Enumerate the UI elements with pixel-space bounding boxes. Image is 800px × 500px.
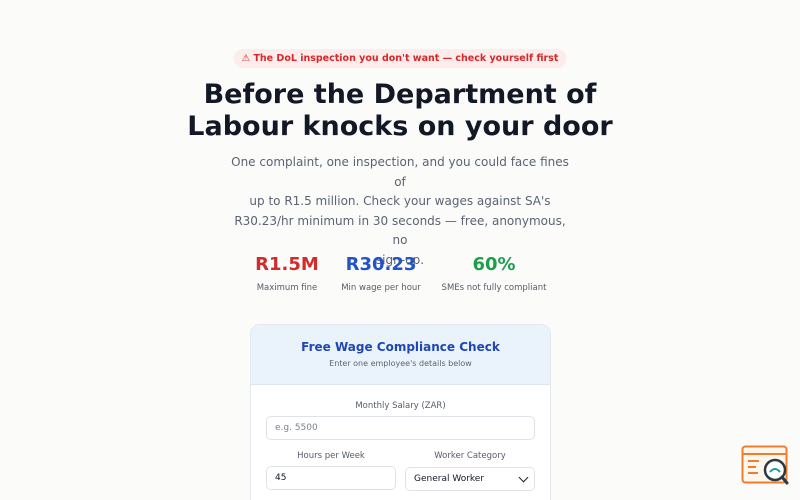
hours-label: Hours per Week <box>297 451 365 461</box>
form-subtitle: Enter one employee's details below <box>329 359 472 368</box>
stat-label: SMEs not fully compliant <box>441 283 547 293</box>
category-label: Worker Category <box>434 451 506 461</box>
page-title: Before the Department of Labour knocks o… <box>0 79 800 143</box>
inspection-warning-badge: ⚠ The DoL inspection you don't want — ch… <box>233 49 567 68</box>
search-window-widget-button[interactable] <box>741 445 789 489</box>
hours-per-week-input[interactable] <box>266 466 396 490</box>
page-title-line-1: Before the Department of <box>203 79 597 110</box>
page-title-line-2: Labour knocks on your door <box>187 111 613 142</box>
form-header: Free Wage Compliance Check Enter one emp… <box>251 325 550 385</box>
wage-check-form-card: Free Wage Compliance Check Enter one emp… <box>250 324 551 500</box>
stat-value: 60% <box>472 254 516 275</box>
form-title: Free Wage Compliance Check <box>301 340 500 354</box>
chevron-down-icon <box>518 472 529 483</box>
stat-value: R30.23 <box>345 254 417 275</box>
search-window-icon <box>741 445 789 485</box>
selected-category: General Worker <box>414 474 485 484</box>
stat-label: Min wage per hour <box>341 283 421 293</box>
stat-non-compliant: 60% SMEs not fully compliant <box>442 253 547 293</box>
hero-description-line-1: One complaint, one inspection, and you c… <box>231 155 569 189</box>
salary-label: Monthly Salary (ZAR) <box>355 401 446 411</box>
hero-description-line-2: up to R1.5 million. Check your wages aga… <box>249 194 551 208</box>
stat-label: Maximum fine <box>256 283 318 293</box>
monthly-salary-input[interactable] <box>266 416 535 440</box>
landing-page: ⚠ The DoL inspection you don't want — ch… <box>0 0 800 500</box>
hero-description-line-3: R30.23/hr minimum in 30 seconds — free, … <box>234 213 566 248</box>
stat-min-wage: R30.23 Min wage per hour <box>341 253 421 293</box>
worker-category-select[interactable]: General Worker <box>405 467 535 491</box>
stat-max-fine: R1.5M Maximum fine <box>255 253 319 293</box>
stat-value: R1.5M <box>255 254 319 275</box>
warning-banner-text: ⚠ The DoL inspection you don't want — ch… <box>241 53 559 64</box>
